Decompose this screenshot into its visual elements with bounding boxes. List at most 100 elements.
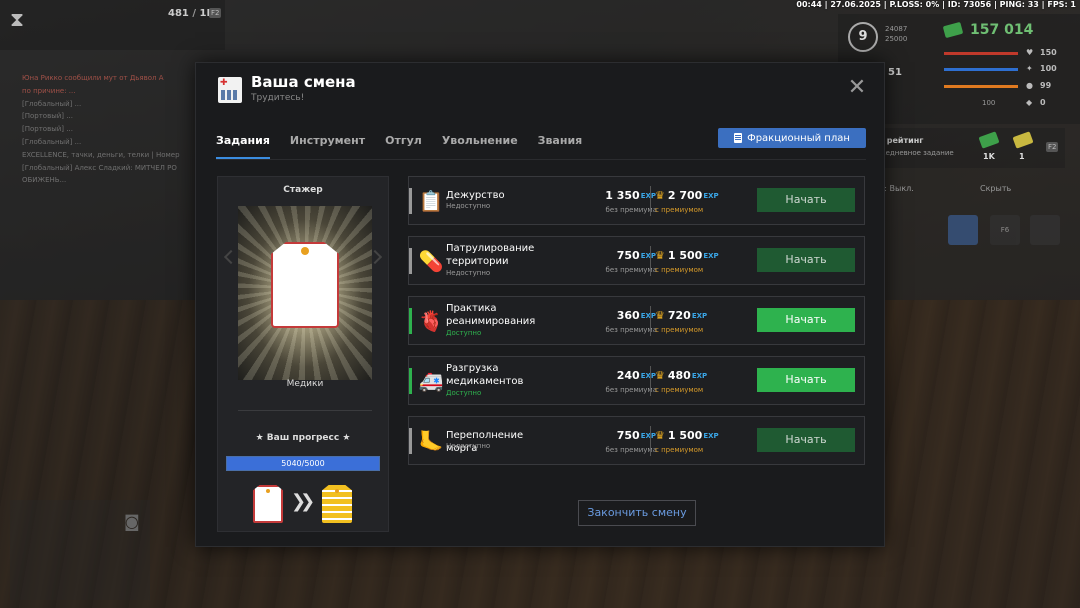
hourglass-icon: ⧗	[10, 7, 25, 31]
task-name: Практика реанимирования	[446, 302, 556, 328]
tab-dismissal[interactable]: Увольнение	[442, 129, 518, 159]
exp-divider	[650, 306, 651, 336]
runner-icon: ✦	[1026, 64, 1033, 73]
exp-base-value: 750	[616, 429, 640, 442]
crown-icon: ♛	[655, 189, 665, 202]
exp-tag: EXP	[640, 432, 656, 440]
f6-key-button[interactable]: F6	[990, 215, 1020, 245]
exp-premium-label: с премиумом	[655, 446, 704, 454]
task-name: Патрулирование территории	[446, 242, 556, 268]
task-status: Недоступно	[446, 202, 491, 210]
task-exp-premium: ♛ 2 700EXP	[655, 189, 719, 202]
task-exp-base: 360EXP	[584, 309, 656, 322]
exp-premium-label: с премиумом	[655, 326, 704, 334]
hud-hide-button[interactable]: Скрыть	[980, 184, 1011, 193]
hunger-bar	[944, 85, 1018, 88]
start-task-button[interactable]: Начать	[757, 248, 855, 272]
hud-chat: Юна Рикко сообщили мут от Дьявол А по пр…	[22, 72, 202, 187]
document-icon	[734, 133, 743, 143]
exp-premium-value: 1 500	[667, 429, 703, 442]
health-value: 150	[1040, 48, 1057, 57]
task-exp-premium: ♛ 1 500EXP	[655, 249, 719, 262]
start-task-button[interactable]: Начать	[757, 368, 855, 392]
red-cross-icon: ✚	[220, 78, 228, 88]
ammo-key-badge: F2	[209, 8, 222, 18]
pills-icon: 💊	[418, 249, 444, 273]
exp-base-value: 750	[616, 249, 640, 262]
rating-money: 1K	[983, 152, 995, 161]
exp-divider	[650, 246, 651, 276]
exp-tag: EXP	[691, 312, 708, 320]
task-status: Доступно	[446, 329, 482, 337]
camera-icon[interactable]: ◙	[124, 512, 146, 531]
task-exp-premium: ♛ 1 500EXP	[655, 429, 719, 442]
crown-icon: ♛	[655, 249, 665, 262]
calendar-button[interactable]	[948, 215, 978, 245]
faction-plan-label: Фракционный план	[747, 132, 850, 144]
task-exp-base: 240EXP	[584, 369, 656, 382]
task-status: Доступно	[446, 389, 482, 397]
double-chevron-icon: ❯❯	[291, 491, 315, 512]
clipboard-icon: 📋	[418, 189, 444, 213]
chat-line: [Глобальный] ...	[22, 99, 82, 108]
resuscitation-icon: 🫀	[418, 309, 444, 333]
progress-title: ★ Ваш прогресс ★	[255, 433, 351, 443]
exp-premium-value: 2 700	[667, 189, 703, 202]
hud-rating-panel	[865, 128, 1065, 168]
rating-key-badge: F2	[1046, 142, 1059, 152]
tab-tools[interactable]: Инструмент	[290, 129, 365, 159]
tab-tasks[interactable]: Задания	[216, 129, 270, 159]
chat-line: Юна Рикко сообщили мут от Дьявол А	[22, 74, 164, 82]
task-name-line: Практика	[446, 303, 497, 314]
hud-ammo: 481 / 1K	[168, 8, 214, 19]
task-exp-base: 750EXP	[584, 429, 656, 442]
player-level: 9	[848, 22, 878, 52]
chat-line: [Глобальный] Алекс Сладкий: МИТЧЕЛ РО	[22, 163, 177, 172]
task-row: 📋 Дежурство Недоступно 1 350EXP без прем…	[408, 176, 865, 225]
task-exp-premium: ♛ 720EXP	[655, 309, 707, 322]
task-name: Дежурство	[446, 190, 505, 201]
end-shift-button[interactable]: Закончить смену	[578, 500, 696, 526]
tag-hole	[335, 489, 339, 493]
task-row: 🫀 Практика реанимирования Доступно 360EX…	[408, 296, 865, 345]
close-icon[interactable]: ✕	[846, 77, 868, 99]
chevron-left-icon	[223, 249, 239, 265]
task-accent	[409, 308, 412, 334]
exp-tag: EXP	[640, 312, 656, 320]
crown-icon: ♛	[655, 369, 665, 382]
modal-header: ✚ Ваша смена Трудитесь! ✕	[196, 63, 884, 119]
exp-divider	[650, 186, 651, 216]
exp-tag: EXP	[640, 372, 656, 380]
task-status: Недоступно	[446, 442, 491, 450]
tag-hole	[301, 247, 309, 255]
exp-premium-value: 1 500	[667, 249, 703, 262]
shield-value: 0	[1040, 98, 1046, 107]
bell-icon[interactable]	[1030, 215, 1060, 245]
exp-base-label: без премиума	[605, 386, 657, 394]
task-accent	[409, 428, 412, 454]
exp-base-label: без премиума	[605, 326, 657, 334]
start-task-button[interactable]: Начать	[757, 188, 855, 212]
faction-plan-button[interactable]: Фракционный план	[718, 128, 866, 148]
exp-premium-value: 480	[667, 369, 691, 382]
task-row: 💊 Патрулирование территории Недоступно 7…	[408, 236, 865, 285]
hospital-icon: ✚	[218, 77, 242, 103]
progress-text: 5040/5000	[281, 459, 325, 468]
ambulance-icon: 🚑	[418, 369, 444, 393]
task-accent	[409, 188, 412, 214]
start-task-button[interactable]: Начать	[757, 308, 855, 332]
level-badge-value: 51	[888, 67, 902, 78]
tab-day-off[interactable]: Отгул	[385, 129, 422, 159]
food-icon: ●	[1026, 81, 1033, 90]
task-accent	[409, 248, 412, 274]
tab-ranks[interactable]: Звания	[538, 129, 583, 159]
start-task-button[interactable]: Начать	[757, 428, 855, 452]
modal-title: Ваша смена	[251, 73, 356, 91]
shift-modal: ✚ Ваша смена Трудитесь! ✕ Задания Инстру…	[195, 62, 885, 547]
task-status: Недоступно	[446, 269, 491, 277]
task-name-line: реанимирования	[446, 316, 536, 327]
task-exp-base: 1 350EXP	[584, 189, 656, 202]
rating-subtitle: ежедневное задание	[875, 149, 954, 157]
exp-base-value: 1 350	[605, 189, 640, 202]
chat-line: EXCELLENCE, тачки, деньги, телки | Номер	[22, 150, 180, 159]
